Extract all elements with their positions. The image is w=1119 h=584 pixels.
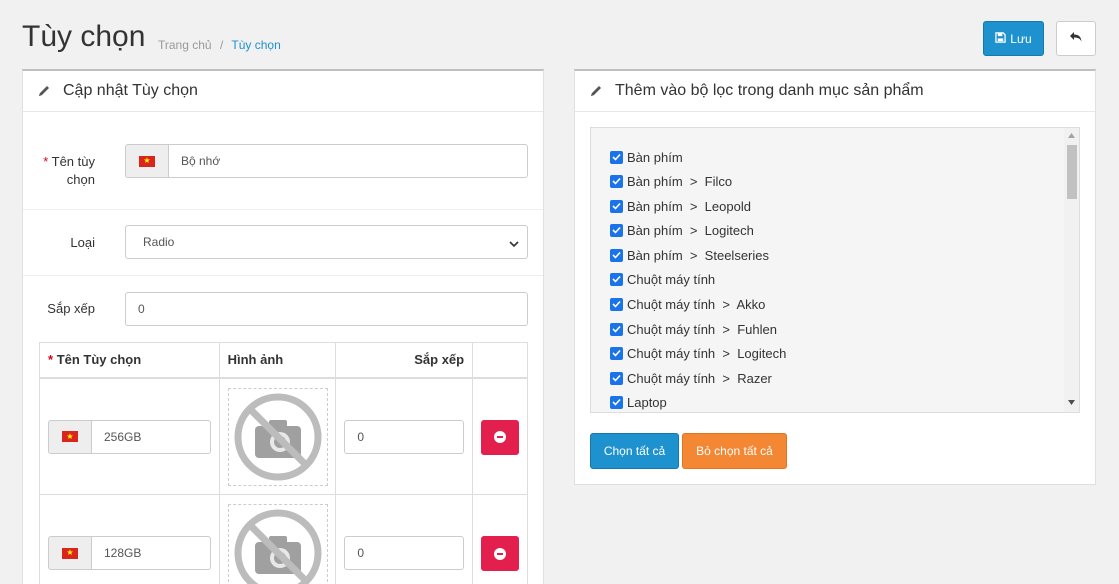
scrollbar-thumb[interactable] xyxy=(1067,145,1077,199)
scroll-down-arrow-icon xyxy=(1068,400,1075,405)
no-camera-icon xyxy=(234,393,322,480)
list-item[interactable]: Chuột máy tính > Logitech xyxy=(610,343,786,363)
pencil-icon xyxy=(37,84,51,98)
option-value-image-cell xyxy=(218,494,337,584)
list-item[interactable]: Bàn phím xyxy=(610,147,683,167)
save-button[interactable]: Lưu xyxy=(983,21,1044,56)
option-type-label: Loại xyxy=(70,235,95,250)
checkbox-checked-icon[interactable] xyxy=(610,174,623,188)
vietnam-flag-icon: ★ xyxy=(139,155,155,167)
save-button-label: Lưu xyxy=(1010,31,1032,46)
vietnam-flag-icon: ★ xyxy=(62,547,78,559)
table-header-row: * Tên Tùy chọn Hình ảnh Sắp xếp xyxy=(39,342,528,379)
page-header: Tùy chọn Trang chủ / Tùy chọn Lưu xyxy=(0,0,1119,70)
remove-option-value-button[interactable] xyxy=(481,419,520,455)
table-row: ★ 256GB 0 xyxy=(39,377,528,495)
col-header-action xyxy=(472,342,528,379)
select-all-button[interactable]: Chọn tất cả xyxy=(590,433,679,469)
option-name-row: * Tên tùy chọn ★ Bộ nhớ xyxy=(23,113,543,210)
option-value-sort-input[interactable]: 0 xyxy=(344,536,465,570)
checkbox-checked-icon[interactable] xyxy=(610,248,623,262)
deselect-all-button[interactable]: Bỏ chọn tất cả xyxy=(682,433,787,469)
table-row: ★ 128GB 0 xyxy=(39,494,528,584)
checkbox-checked-icon[interactable] xyxy=(610,371,623,385)
option-name-label: * Tên tùy chọn xyxy=(43,154,95,187)
checkbox-checked-icon[interactable] xyxy=(610,395,623,409)
option-value-input-group: ★ 256GB xyxy=(48,419,211,454)
option-sort-input[interactable]: 0 xyxy=(125,292,528,326)
list-item[interactable]: Laptop xyxy=(610,392,667,412)
checkbox-checked-icon[interactable] xyxy=(610,322,623,336)
option-value-image[interactable] xyxy=(227,504,328,584)
pencil-icon xyxy=(589,84,603,98)
remove-option-value-button[interactable] xyxy=(481,536,520,571)
option-value-input-group: ★ 128GB xyxy=(48,536,211,570)
option-value-action-cell xyxy=(472,377,528,495)
vietnam-flag-icon: ★ xyxy=(62,431,78,442)
checkbox-checked-icon[interactable] xyxy=(610,223,623,237)
page-title: Tùy chọn xyxy=(22,20,146,53)
breadcrumb-separator: / xyxy=(219,38,224,52)
panel-title: Cập nhật Tùy chọn xyxy=(63,82,198,99)
option-value-image-cell xyxy=(218,377,337,495)
list-item[interactable]: Chuột máy tính xyxy=(610,269,715,289)
checkbox-checked-icon[interactable] xyxy=(610,297,623,311)
category-checkbox-list[interactable]: Bàn phím Bàn phím > Filco Bàn phím > Leo… xyxy=(590,127,1080,413)
option-type-row: Loại Radio xyxy=(23,210,543,276)
option-value-name-cell: ★ 256GB xyxy=(39,377,220,495)
reply-arrow-icon xyxy=(1069,30,1083,48)
col-header-sort: Sắp xếp xyxy=(335,342,474,379)
language-addon: ★ xyxy=(125,144,168,178)
language-addon: ★ xyxy=(48,536,91,570)
no-camera-icon xyxy=(234,509,322,584)
checkbox-checked-icon[interactable] xyxy=(610,272,623,286)
option-sort-label: Sắp xếp xyxy=(47,301,95,316)
option-name-input-group: ★ Bộ nhớ xyxy=(125,144,528,178)
panel-heading: Thêm vào bộ lọc trong danh mục sản phẩm xyxy=(575,71,1095,112)
option-name-input[interactable]: Bộ nhớ xyxy=(168,144,528,178)
panel-heading: Cập nhật Tùy chọn xyxy=(23,71,543,112)
option-value-sort-cell: 0 xyxy=(335,494,474,584)
option-values-table: * Tên Tùy chọn Hình ảnh Sắp xếp ★ 256GB xyxy=(39,342,528,584)
list-item[interactable]: Bàn phím > Steelseries xyxy=(610,245,769,265)
list-item[interactable]: Bàn phím > Filco xyxy=(610,171,732,191)
breadcrumb-current[interactable]: Tùy chọn xyxy=(231,38,280,52)
back-button[interactable] xyxy=(1056,21,1096,56)
col-header-image: Hình ảnh xyxy=(218,342,337,379)
scrollbar[interactable] xyxy=(1064,128,1079,412)
panel-title: Thêm vào bộ lọc trong danh mục sản phẩm xyxy=(615,82,924,99)
option-value-sort-cell: 0 xyxy=(335,377,474,495)
option-value-image[interactable] xyxy=(227,387,328,486)
option-value-action-cell xyxy=(472,494,528,584)
floppy-disk-icon xyxy=(995,31,1007,46)
category-filter-panel: Thêm vào bộ lọc trong danh mục sản phẩm … xyxy=(574,69,1096,485)
option-value-sort-input[interactable]: 0 xyxy=(344,419,465,454)
list-item[interactable]: Chuột máy tính > Akko xyxy=(610,294,765,314)
list-item[interactable]: Chuột máy tính > Razer xyxy=(610,368,772,388)
minus-circle-icon xyxy=(494,431,507,443)
option-value-name-cell: ★ 128GB xyxy=(39,494,220,584)
option-value-name-input[interactable]: 256GB xyxy=(91,419,211,454)
breadcrumb-home[interactable]: Trang chủ xyxy=(158,38,212,52)
option-type-select[interactable]: Radio xyxy=(125,225,528,259)
chevron-down-icon xyxy=(509,237,519,251)
list-item[interactable]: Chuột máy tính > Fuhlen xyxy=(610,319,777,339)
language-addon: ★ xyxy=(48,419,91,454)
list-item[interactable]: Bàn phím > Leopold xyxy=(610,196,751,216)
option-value-name-input[interactable]: 128GB xyxy=(91,536,211,570)
update-option-panel: Cập nhật Tùy chọn * Tên tùy chọn ★ Bộ nh… xyxy=(22,69,544,584)
scroll-up-arrow-icon xyxy=(1068,133,1075,138)
option-sort-row: Sắp xếp 0 xyxy=(23,276,543,342)
breadcrumb: Trang chủ / Tùy chọn xyxy=(158,38,281,52)
list-item[interactable]: Bàn phím > Logitech xyxy=(610,220,754,240)
checkbox-checked-icon[interactable] xyxy=(610,199,623,213)
checkbox-checked-icon[interactable] xyxy=(610,150,623,164)
checkbox-checked-icon[interactable] xyxy=(610,346,623,360)
col-header-name: * Tên Tùy chọn xyxy=(39,342,220,379)
minus-circle-icon xyxy=(494,547,507,560)
